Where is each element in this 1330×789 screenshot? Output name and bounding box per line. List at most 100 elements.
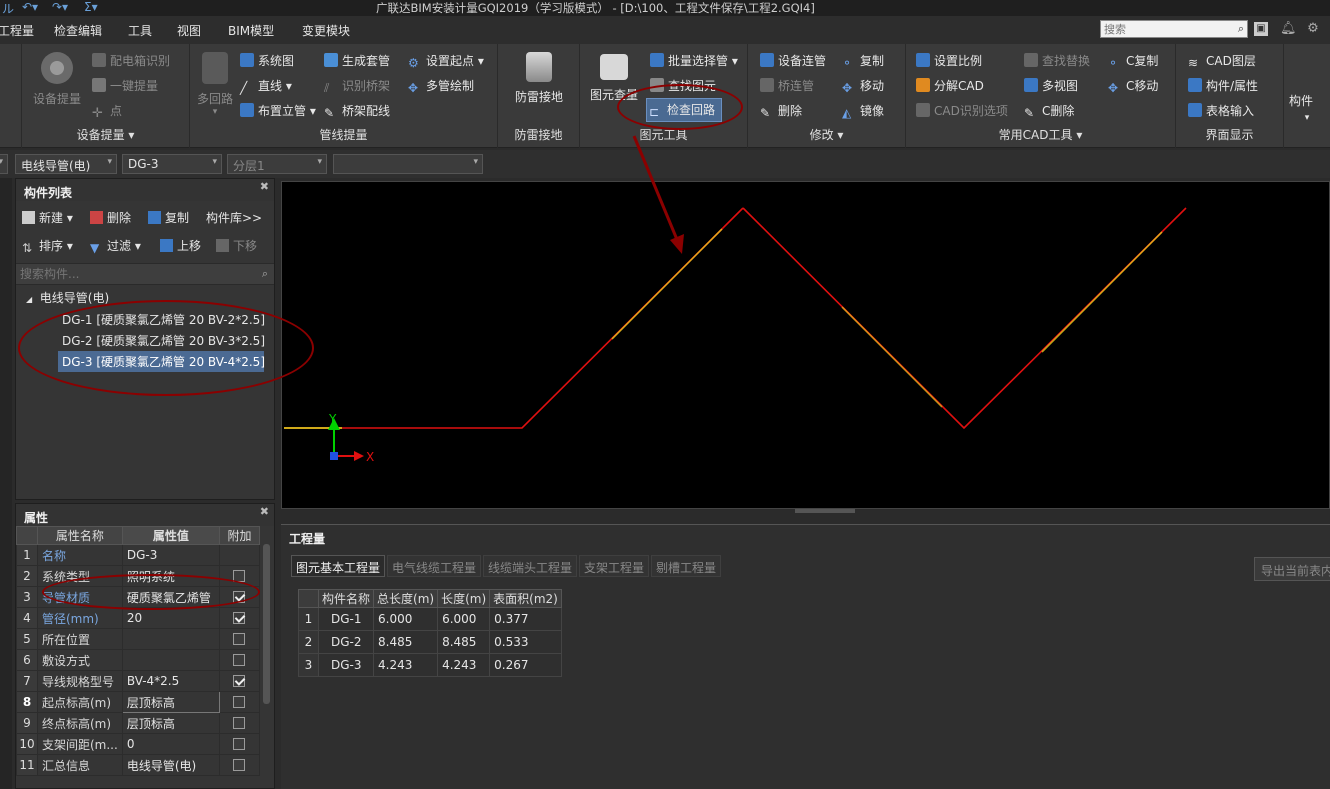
move-up-button[interactable]: 上移 [160,237,201,254]
property-value[interactable]: DG-3 [121,544,220,566]
cad-layer-button[interactable]: ≋ CAD图层 [1188,52,1256,70]
table-row[interactable]: 3 DG-3 4.243 4.243 0.267 [298,653,562,677]
user-avatar-icon[interactable]: ▣ [1254,22,1268,36]
attach-checkbox-checked[interactable] [233,612,246,624]
find-replace-button[interactable]: 查找替换 [1024,52,1090,69]
element-query-button[interactable]: 图元查量 [588,54,640,103]
selector-edge[interactable]: ▾ [0,154,8,174]
tree-parent[interactable]: ◢ 电线导管(电) [16,289,274,309]
batch-select-pipe-button[interactable]: 批量选择管 ▾ [650,52,738,69]
group-modify-label[interactable]: 修改 ▾ [748,126,905,143]
property-value[interactable]: 层顶标高 [121,691,220,713]
export-table-button[interactable]: 导出当前表内 [1254,557,1330,581]
property-value[interactable]: 0 [121,733,220,755]
tab-cable-quantity[interactable]: 电气线缆工程量 [387,555,482,577]
copy-button[interactable]: ⚬ 复制 [842,52,884,70]
check-loop-button[interactable]: ⊏ 检查回路 [646,98,723,122]
attach-checkbox[interactable] [233,654,246,666]
property-value[interactable] [121,649,220,671]
search-box[interactable]: ⌕ [1100,20,1248,38]
lightning-ground-button[interactable]: 防雷接地 [510,52,568,105]
attach-checkbox[interactable] [233,759,246,771]
property-value[interactable]: 20 [121,607,220,629]
one-key-extract-button[interactable]: 一键提量 [92,77,158,94]
attach-checkbox-checked[interactable] [233,591,246,603]
attach-checkbox[interactable] [233,633,246,645]
layer-selector[interactable]: 分层1 ▾ [227,154,327,174]
undo-icon[interactable]: ↶▾ [22,0,38,14]
tab-basic-quantity[interactable]: 图元基本工程量 [291,555,386,577]
filter-button[interactable]: ▼ 过滤 ▾ [90,237,141,255]
attach-checkbox-checked[interactable] [233,675,246,687]
properties-scrollbar[interactable] [263,544,270,704]
attach-checkbox[interactable] [233,696,246,708]
bridge-wiring-button[interactable]: ✎ 桥架配线 [324,102,390,120]
property-value[interactable]: 照明系统 [121,565,220,587]
tab-cable-end-quantity[interactable]: 线缆端头工程量 [483,555,578,577]
menu-change-module[interactable]: 变更模块 [302,22,350,39]
delete-component-button[interactable]: 删除 [90,209,131,226]
bell-icon[interactable]: 🔔︎ [1280,22,1297,36]
menu-check-edit[interactable]: 检查编辑 [54,22,102,39]
pipe-segment-dg2[interactable] [742,207,1187,430]
redo-icon[interactable]: ↷▾ [52,0,68,14]
component-dropdown[interactable]: 构件 ▾ [1289,92,1313,123]
property-value[interactable] [121,628,220,650]
set-scale-button[interactable]: 设置比例 [916,52,982,69]
close-icon[interactable]: ✖ [260,180,269,193]
menu-bim-model[interactable]: BIM模型 [228,22,274,39]
search-icon[interactable]: ⌕ [1238,22,1244,36]
close-icon[interactable]: ✖ [260,505,269,518]
new-button[interactable]: 新建 ▾ [22,209,73,226]
group-equipment-label[interactable]: 设备提量 ▾ [22,126,189,143]
generate-sleeve-button[interactable]: 生成套管 [324,52,390,69]
multi-view-button[interactable]: 多视图 [1024,77,1078,94]
app-menu-icon[interactable]: ル [2,0,14,17]
system-diagram-button[interactable]: 系统图 [240,52,294,69]
tab-groove-quantity[interactable]: 剔槽工程量 [651,555,722,577]
vertical-pipe-button[interactable]: 布置立管 ▾ [240,102,316,119]
attach-checkbox[interactable] [233,570,246,582]
find-element-button[interactable]: 查找图元 [650,77,716,94]
tab-support-quantity[interactable]: 支架工程量 [579,555,650,577]
property-value[interactable]: 电线导管(电) [121,754,220,776]
table-row[interactable]: 1 DG-1 6.000 6.000 0.377 [298,607,562,631]
equipment-connect-button[interactable]: 设备连管 [760,52,826,69]
table-row[interactable]: 2 DG-2 8.485 8.485 0.533 [298,630,562,654]
sort-button[interactable]: ⇅ 排序 ▾ [22,237,73,255]
search-icon[interactable]: ⌕ [262,267,268,281]
tree-item-selected[interactable]: DG-3 [硬质聚氯乙烯管 20 BV-4*2.5] [58,351,265,372]
c-delete-button[interactable]: ✎ C删除 [1024,102,1074,120]
equipment-extract-button[interactable]: 设备提量 [30,52,84,107]
c-move-button[interactable]: ✥ C移动 [1108,77,1158,95]
move-button[interactable]: ✥ 移动 [842,77,884,95]
mirror-button[interactable]: ◭ 镜像 [842,102,884,120]
attach-checkbox[interactable] [233,717,246,729]
multi-pipe-draw-button[interactable]: ✥ 多管绘制 [408,77,474,95]
property-value[interactable]: 层顶标高 [121,712,220,734]
multi-loop-button[interactable]: 多回路 ▾ [196,52,234,117]
copy-component-button[interactable]: 复制 [148,209,189,226]
identify-bridge-button[interactable]: ⫽ 识别桥架 [324,77,390,95]
menu-tools[interactable]: 工具 [128,22,152,39]
component-library-button[interactable]: 构件库>> [206,209,262,226]
menu-quantity[interactable]: 工程量 [0,22,34,39]
property-value[interactable]: 硬质聚氯乙烯管 [121,586,220,608]
point-button[interactable]: ✛ 点 [92,102,122,121]
group-cad-label[interactable]: 常用CAD工具 ▾ [906,126,1175,143]
table-input-button[interactable]: 表格输入 [1188,102,1254,119]
distribution-box-identify-button[interactable]: 配电箱识别 [92,52,170,69]
attach-checkbox[interactable] [233,738,246,750]
component-attr-button[interactable]: 构件/属性 [1188,77,1258,94]
drawing-canvas[interactable]: Y X [281,181,1330,509]
property-value[interactable]: BV-4*2.5 [121,670,220,692]
tree-item[interactable]: DG-2 [硬质聚氯乙烯管 20 BV-3*2.5] [58,330,265,351]
explode-cad-button[interactable]: 分解CAD [916,77,984,94]
menu-view[interactable]: 视图 [177,22,201,39]
tree-item[interactable]: DG-1 [硬质聚氯乙烯管 20 BV-2*2.5] [58,309,265,330]
move-down-button[interactable]: 下移 [216,237,257,254]
component-selector[interactable]: DG-3 ▾ [122,154,222,174]
set-start-button[interactable]: ⚙ 设置起点 ▾ [408,52,484,70]
extra-selector[interactable]: ▾ [333,154,483,174]
cad-identify-options-button[interactable]: CAD识别选项 [916,102,1008,119]
